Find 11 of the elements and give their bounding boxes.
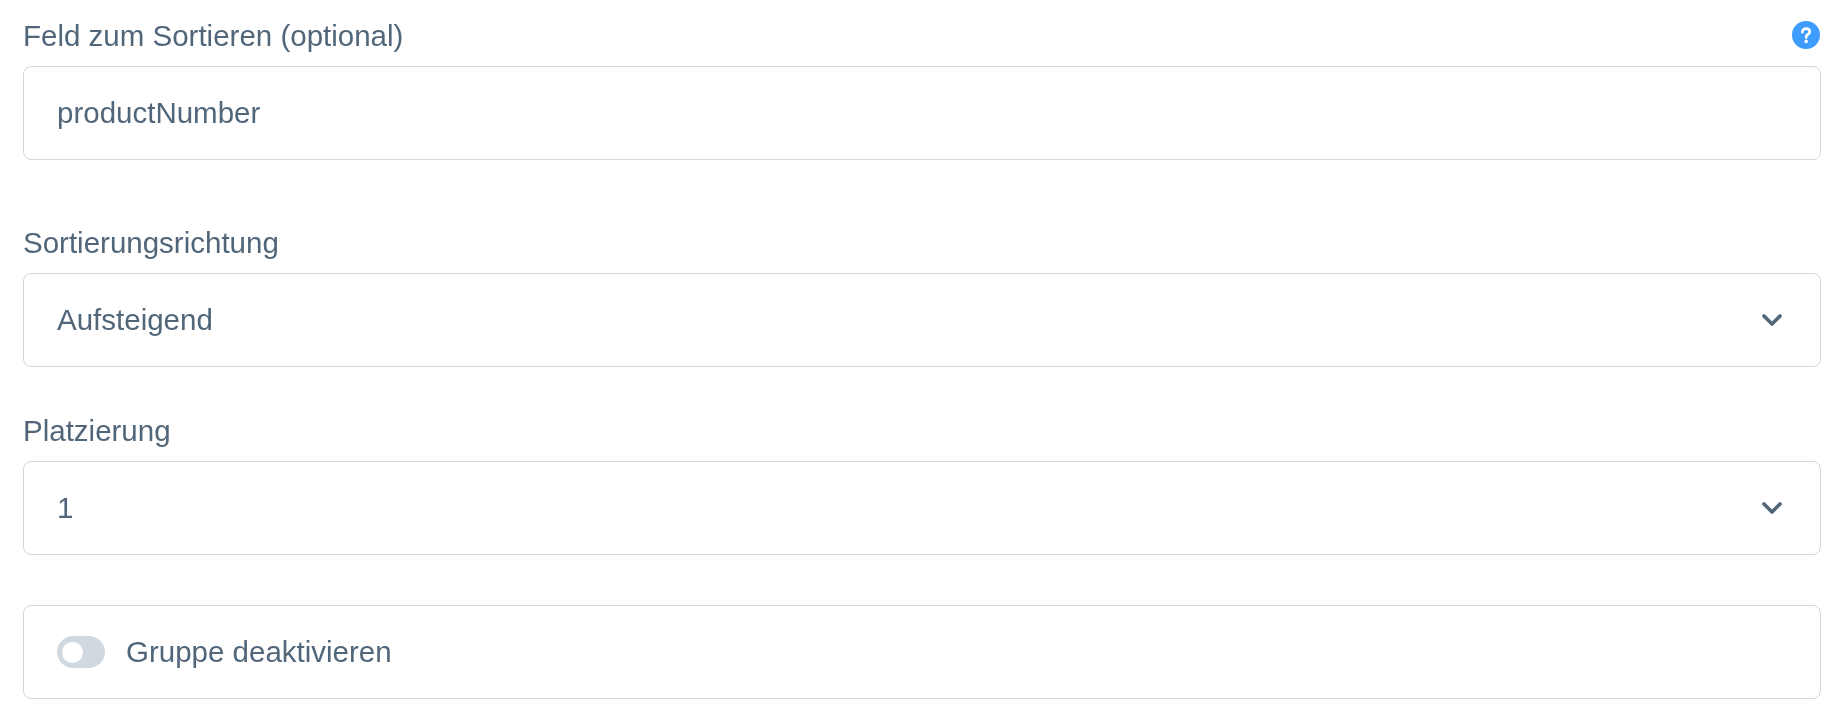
field-label: Platzierung — [23, 413, 171, 449]
text-field[interactable]: productNumber — [23, 66, 1821, 160]
field-label: Sortierungsrichtung — [23, 225, 279, 261]
toggle-switch[interactable] — [57, 636, 105, 668]
field-label: Feld zum Sortieren (optional) — [23, 18, 404, 54]
select-field[interactable]: 1 — [23, 461, 1821, 555]
chevron-down-icon — [1761, 501, 1783, 515]
help-icon[interactable] — [1792, 20, 1820, 49]
chevron-down-icon — [1761, 313, 1783, 327]
switch-label: Gruppe deaktivieren — [126, 635, 392, 669]
select-field[interactable]: Aufsteigend — [23, 273, 1821, 367]
